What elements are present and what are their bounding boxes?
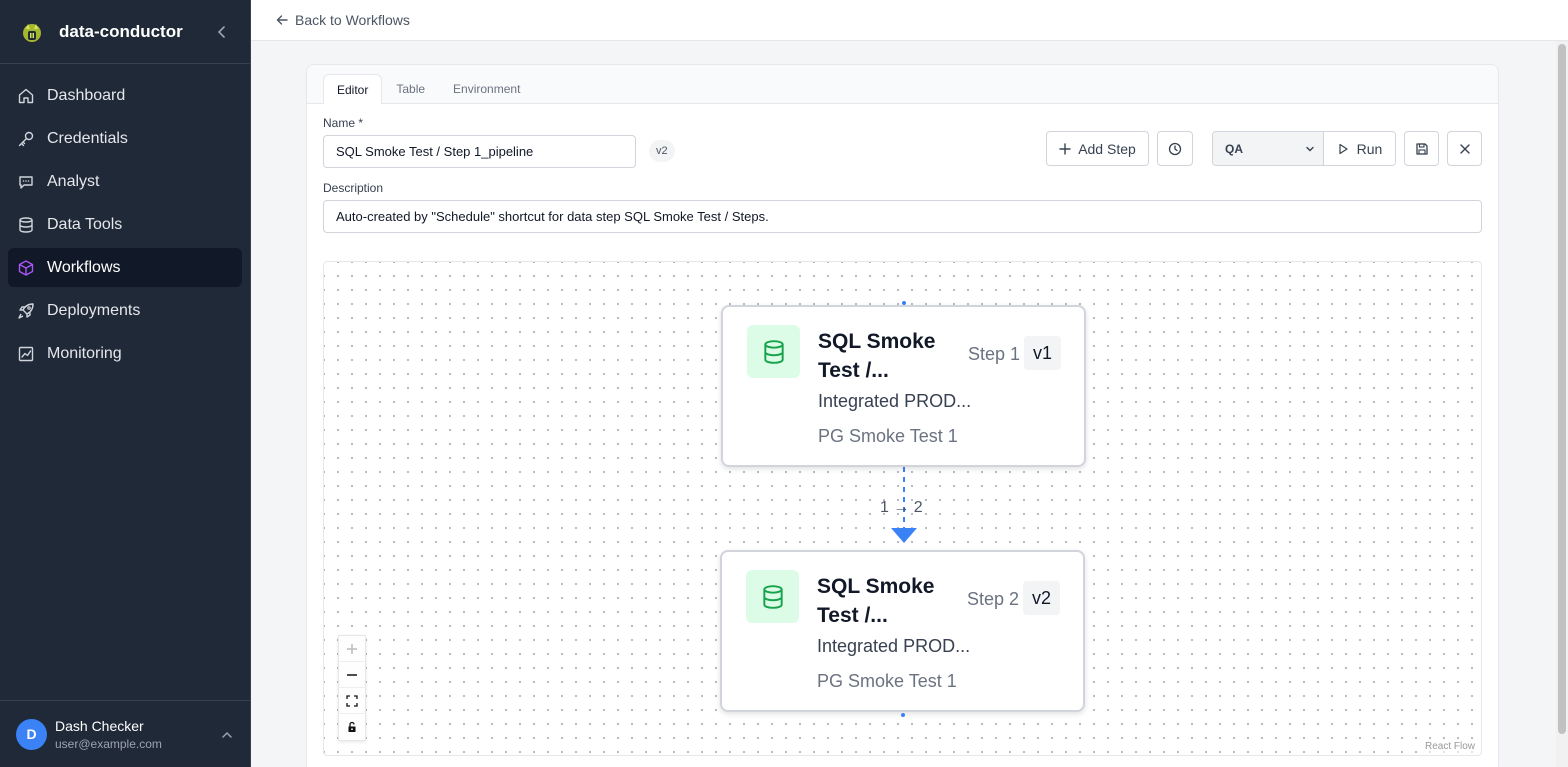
database-icon xyxy=(747,325,800,378)
environment-select[interactable]: QA xyxy=(1213,132,1324,165)
sidebar-item-credentials[interactable]: Credentials xyxy=(8,119,242,158)
user-menu-toggle[interactable] xyxy=(219,727,235,743)
canvas-controls xyxy=(338,635,366,741)
sidebar-item-deployments[interactable]: Deployments xyxy=(8,291,242,330)
fit-view-button[interactable] xyxy=(339,688,365,714)
page-scrollbar-thumb[interactable] xyxy=(1558,44,1566,734)
editor-tabs: Editor Table Environment xyxy=(307,65,1498,104)
home-icon xyxy=(17,87,35,105)
tab-editor[interactable]: Editor xyxy=(323,74,383,104)
brand-header: data-conductor xyxy=(0,0,250,64)
schedule-history-button[interactable] xyxy=(1157,131,1193,166)
node-version-badge: v1 xyxy=(1024,336,1062,370)
sidebar-item-label: Workflows xyxy=(47,258,121,276)
chevron-left-icon xyxy=(217,26,225,38)
workflow-node-step-2[interactable]: SQL Smoke Test /... Step 2 v2 Integrated… xyxy=(720,550,1085,712)
close-icon xyxy=(1459,143,1470,154)
back-link-label: Back to Workflows xyxy=(295,12,410,28)
zoom-out-button[interactable] xyxy=(339,662,365,688)
rocket-icon xyxy=(17,302,35,320)
database-icon xyxy=(17,216,35,234)
chat-icon xyxy=(17,173,35,191)
react-flow-attribution[interactable]: React Flow xyxy=(1422,740,1477,753)
run-button[interactable]: Run xyxy=(1324,132,1395,165)
minus-icon xyxy=(347,673,357,676)
version-badge: v2 xyxy=(649,140,675,162)
node-title: SQL Smoke Test /... xyxy=(818,330,936,382)
add-step-button[interactable]: Add Step xyxy=(1046,131,1149,166)
sidebar: data-conductor Dashboard Credentials Ana… xyxy=(0,0,251,767)
tab-environment[interactable]: Environment xyxy=(439,74,534,104)
user-profile[interactable]: D Dash Checker user@example.com xyxy=(0,700,251,767)
description-label: Description xyxy=(323,181,384,195)
app-name: data-conductor xyxy=(59,21,183,41)
sidebar-item-label: Analyst xyxy=(47,172,100,190)
save-button[interactable] xyxy=(1404,131,1439,166)
node-credential: PG Smoke Test 1 xyxy=(818,426,958,446)
lock-icon xyxy=(348,721,356,732)
sidebar-item-label: Credentials xyxy=(47,129,128,147)
key-icon xyxy=(17,130,35,148)
node-subtitle: Integrated PROD... xyxy=(818,391,972,411)
sidebar-item-monitoring[interactable]: Monitoring xyxy=(8,334,242,373)
back-to-workflows-link[interactable]: Back to Workflows xyxy=(275,12,410,28)
workflow-description-input[interactable] xyxy=(323,200,1482,233)
chart-icon xyxy=(17,345,35,363)
run-label: Run xyxy=(1356,140,1383,157)
user-info: Dash Checker user@example.com xyxy=(55,718,162,751)
user-name: Dash Checker xyxy=(55,717,144,734)
sidebar-item-label: Data Tools xyxy=(47,215,123,233)
add-step-label: Add Step xyxy=(1078,140,1136,157)
node-version-badge: v2 xyxy=(1023,581,1061,615)
sidebar-item-label: Monitoring xyxy=(47,344,122,362)
sidebar-item-label: Deployments xyxy=(47,301,141,319)
save-icon xyxy=(1415,142,1428,155)
chevron-down-icon xyxy=(1306,146,1314,151)
sidebar-item-data-tools[interactable]: Data Tools xyxy=(8,205,242,244)
plus-icon xyxy=(347,643,357,654)
node-step-label: Step 1 xyxy=(968,344,1021,364)
database-icon xyxy=(746,570,799,623)
node-2-source-handle[interactable] xyxy=(901,713,905,717)
user-email: user@example.com xyxy=(55,736,162,751)
collapse-sidebar-button[interactable] xyxy=(212,22,232,42)
workflow-node-step-1[interactable]: SQL Smoke Test /... Step 1 v1 Integrated… xyxy=(721,305,1086,467)
fit-view-icon xyxy=(346,694,358,707)
edge-arrowhead xyxy=(891,528,917,543)
environment-run-group: QA Run xyxy=(1212,131,1396,166)
tab-table[interactable]: Table xyxy=(382,74,439,104)
sidebar-item-workflows[interactable]: Workflows xyxy=(8,248,242,287)
workflow-canvas[interactable]: SQL Smoke Test /... Step 1 v1 Integrated… xyxy=(323,261,1482,756)
arrow-left-icon xyxy=(276,15,288,25)
play-icon xyxy=(1339,143,1348,154)
edge-label: 1 → 2 xyxy=(880,499,923,516)
environment-value: QA xyxy=(1225,141,1243,156)
sidebar-nav: Dashboard Credentials Analyst Data Tools… xyxy=(0,64,250,373)
top-bar: Back to Workflows xyxy=(251,0,1568,41)
plus-icon xyxy=(1059,142,1071,155)
sidebar-item-label: Dashboard xyxy=(47,86,126,104)
node-step-label: Step 2 xyxy=(967,589,1020,609)
workflow-name-input[interactable] xyxy=(323,135,636,168)
zoom-in-button[interactable] xyxy=(339,636,365,662)
clock-icon xyxy=(1168,142,1182,155)
chevron-up-icon xyxy=(222,731,232,738)
lock-button[interactable] xyxy=(339,714,365,740)
name-label: Name * xyxy=(323,116,364,130)
close-button[interactable] xyxy=(1447,131,1482,166)
node-credential: PG Smoke Test 1 xyxy=(817,671,957,691)
conductor-logo-icon xyxy=(23,23,41,42)
cube-icon xyxy=(17,259,35,277)
sidebar-item-analyst[interactable]: Analyst xyxy=(8,162,242,201)
node-title: SQL Smoke Test /... xyxy=(817,575,935,627)
sidebar-item-dashboard[interactable]: Dashboard xyxy=(8,76,242,115)
avatar: D xyxy=(16,718,47,750)
workflow-editor-card: Editor Table Environment Name * v2 Add S… xyxy=(306,64,1499,767)
node-subtitle: Integrated PROD... xyxy=(817,636,971,656)
